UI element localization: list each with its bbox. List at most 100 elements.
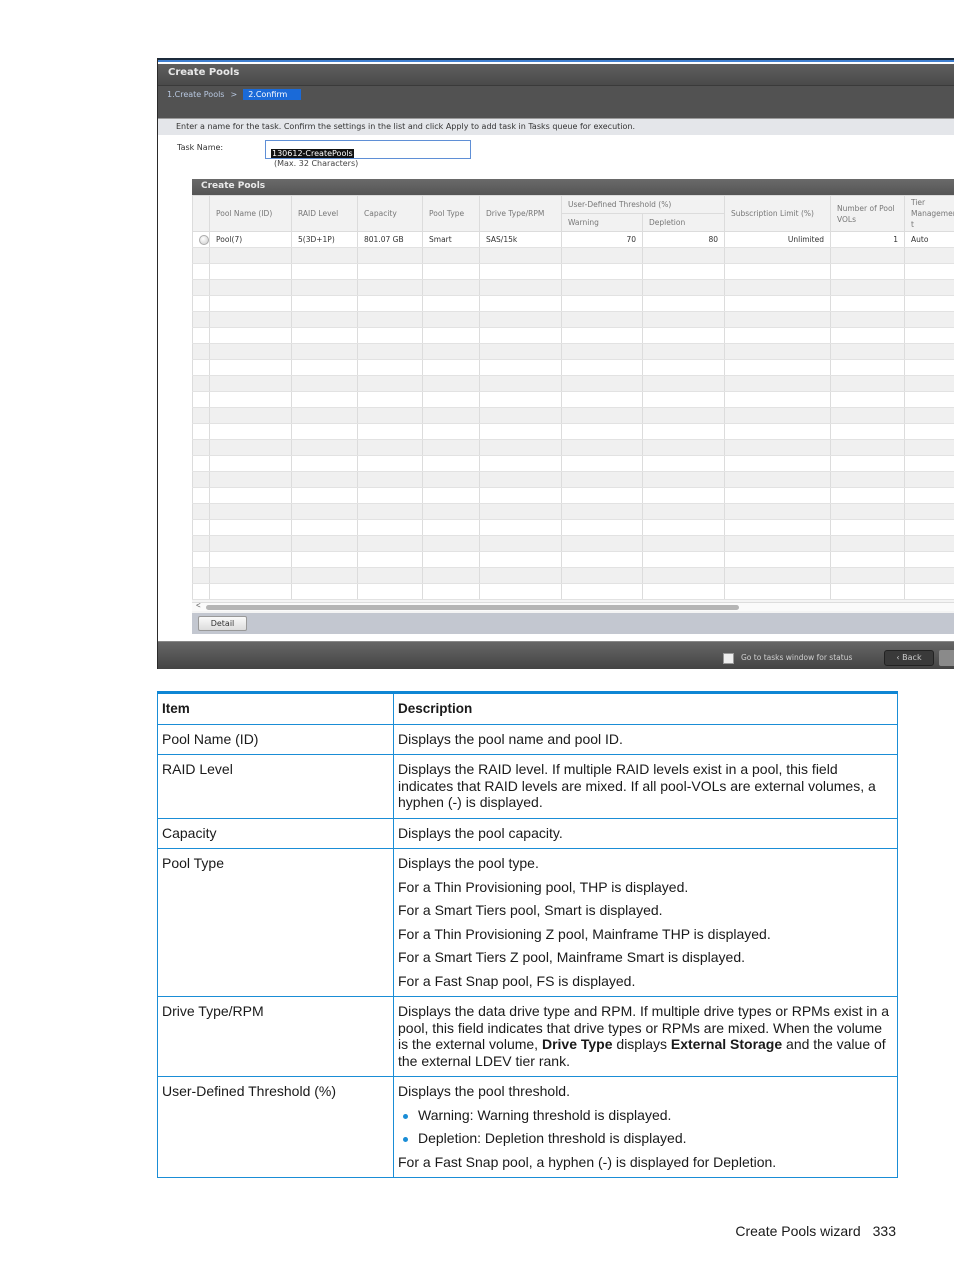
empty-cell xyxy=(192,375,210,392)
empty-cell xyxy=(291,391,358,408)
col-depletion[interactable]: Depletion xyxy=(642,213,725,232)
wizard-steps: 1.Create Pools > 2.Confirm xyxy=(167,89,302,100)
empty-cell xyxy=(209,551,292,568)
empty-cell xyxy=(357,327,423,344)
empty-cell xyxy=(209,391,292,408)
empty-cell xyxy=(357,423,423,440)
create-pools-screenshot: Create Pools 1.Create Pools > 2.Confirm … xyxy=(157,58,954,669)
bullet-list: Warning: Warning threshold is displayed.… xyxy=(398,1107,893,1147)
item-cell: Pool Type xyxy=(157,848,394,997)
detail-button[interactable]: Detail xyxy=(198,616,247,631)
empty-cell xyxy=(830,455,905,472)
empty-cell xyxy=(192,311,210,328)
empty-cell xyxy=(830,391,905,408)
empty-cell xyxy=(724,583,831,600)
next-button[interactable] xyxy=(939,650,954,666)
go-to-tasks-checkbox[interactable] xyxy=(723,653,734,664)
cell-depletion: 80 xyxy=(642,231,725,248)
empty-cell xyxy=(724,423,831,440)
empty-cell xyxy=(724,311,831,328)
step-separator: > xyxy=(230,90,238,99)
step-create-pools[interactable]: 1.Create Pools xyxy=(167,90,224,99)
empty-table-row xyxy=(192,247,954,264)
empty-cell xyxy=(479,583,562,600)
empty-cell xyxy=(642,311,725,328)
col-pool-name[interactable]: Pool Name (ID) xyxy=(209,195,292,232)
empty-cell xyxy=(642,455,725,472)
empty-cell xyxy=(561,439,643,456)
empty-cell xyxy=(422,487,480,504)
empty-cell xyxy=(904,343,954,360)
empty-cell xyxy=(209,471,292,488)
horizontal-scrollbar[interactable]: < xyxy=(192,601,954,611)
step-confirm[interactable]: 2.Confirm xyxy=(243,89,302,100)
empty-cell xyxy=(724,503,831,520)
empty-cell xyxy=(904,327,954,344)
empty-cell xyxy=(904,487,954,504)
empty-cell xyxy=(209,583,292,600)
empty-cell xyxy=(192,439,210,456)
empty-cell xyxy=(561,503,643,520)
empty-cell xyxy=(209,263,292,280)
table-row[interactable]: Pool(7) 5(3D+1P) 801.07 GB Smart SAS/15k… xyxy=(192,231,954,248)
pools-grid: Pool Name (ID) RAID Level Capacity Pool … xyxy=(192,195,954,600)
empty-cell xyxy=(422,407,480,424)
empty-cell xyxy=(192,279,210,296)
empty-cell xyxy=(291,263,358,280)
col-tier-management[interactable]: Tier Managemen t xyxy=(904,195,954,232)
empty-table-row xyxy=(192,279,954,296)
back-button[interactable]: ‹ Back xyxy=(884,650,934,666)
description-text: Displays the data drive type and RPM. If… xyxy=(398,1003,893,1069)
back-button-label: Back xyxy=(902,653,922,662)
empty-cell xyxy=(561,295,643,312)
col-pool-type[interactable]: Pool Type xyxy=(422,195,480,232)
bold-term: External Storage xyxy=(670,1036,783,1052)
empty-cell xyxy=(291,455,358,472)
scrollbar-thumb[interactable] xyxy=(206,605,739,610)
empty-cell xyxy=(209,439,292,456)
row-select-radio[interactable] xyxy=(199,234,209,245)
col-raid-level[interactable]: RAID Level xyxy=(291,195,358,232)
empty-cell xyxy=(209,375,292,392)
empty-cell xyxy=(830,567,905,584)
col-capacity[interactable]: Capacity xyxy=(357,195,423,232)
empty-cell xyxy=(479,503,562,520)
empty-cell xyxy=(904,567,954,584)
col-subscription-limit[interactable]: Subscription Limit (%) xyxy=(724,195,831,232)
empty-cell xyxy=(904,439,954,456)
empty-cell xyxy=(904,279,954,296)
section-name: Create Pools wizard xyxy=(735,1223,861,1239)
empty-cell xyxy=(291,295,358,312)
empty-cell xyxy=(291,247,358,264)
empty-cell xyxy=(479,567,562,584)
col-drive-type[interactable]: Drive Type/RPM xyxy=(479,195,562,232)
description-cell: Displays the RAID level. If multiple RAI… xyxy=(393,754,898,819)
empty-cell xyxy=(904,503,954,520)
description-text: Displays the pool type. xyxy=(398,855,539,871)
table-row: RAID Level Displays the RAID level. If m… xyxy=(157,754,898,819)
text-run: displays xyxy=(612,1036,671,1052)
empty-cell xyxy=(479,359,562,376)
empty-cell xyxy=(642,439,725,456)
empty-cell xyxy=(561,471,643,488)
description-cell: Displays the pool threshold. Warning: Wa… xyxy=(393,1076,898,1178)
empty-cell xyxy=(904,391,954,408)
table-row: Pool Name (ID) Displays the pool name an… xyxy=(157,723,898,755)
empty-cell xyxy=(422,583,480,600)
scroll-left-icon[interactable]: < xyxy=(196,601,201,610)
empty-cell xyxy=(561,247,643,264)
empty-cell xyxy=(291,519,358,536)
empty-cell xyxy=(291,567,358,584)
empty-cell xyxy=(422,327,480,344)
task-name-input[interactable]: 130612-CreatePools xyxy=(265,140,471,159)
empty-cell xyxy=(479,375,562,392)
cell-raid-level: 5(3D+1P) xyxy=(291,231,358,248)
table-row: User-Defined Threshold (%) Displays the … xyxy=(157,1076,898,1178)
select-column-header xyxy=(192,195,210,232)
col-warning[interactable]: Warning xyxy=(561,213,643,232)
empty-cell xyxy=(291,551,358,568)
empty-cell xyxy=(830,503,905,520)
empty-cell xyxy=(830,583,905,600)
empty-cell xyxy=(291,343,358,360)
col-pool-vols[interactable]: Number of Pool VOLs xyxy=(830,195,905,232)
